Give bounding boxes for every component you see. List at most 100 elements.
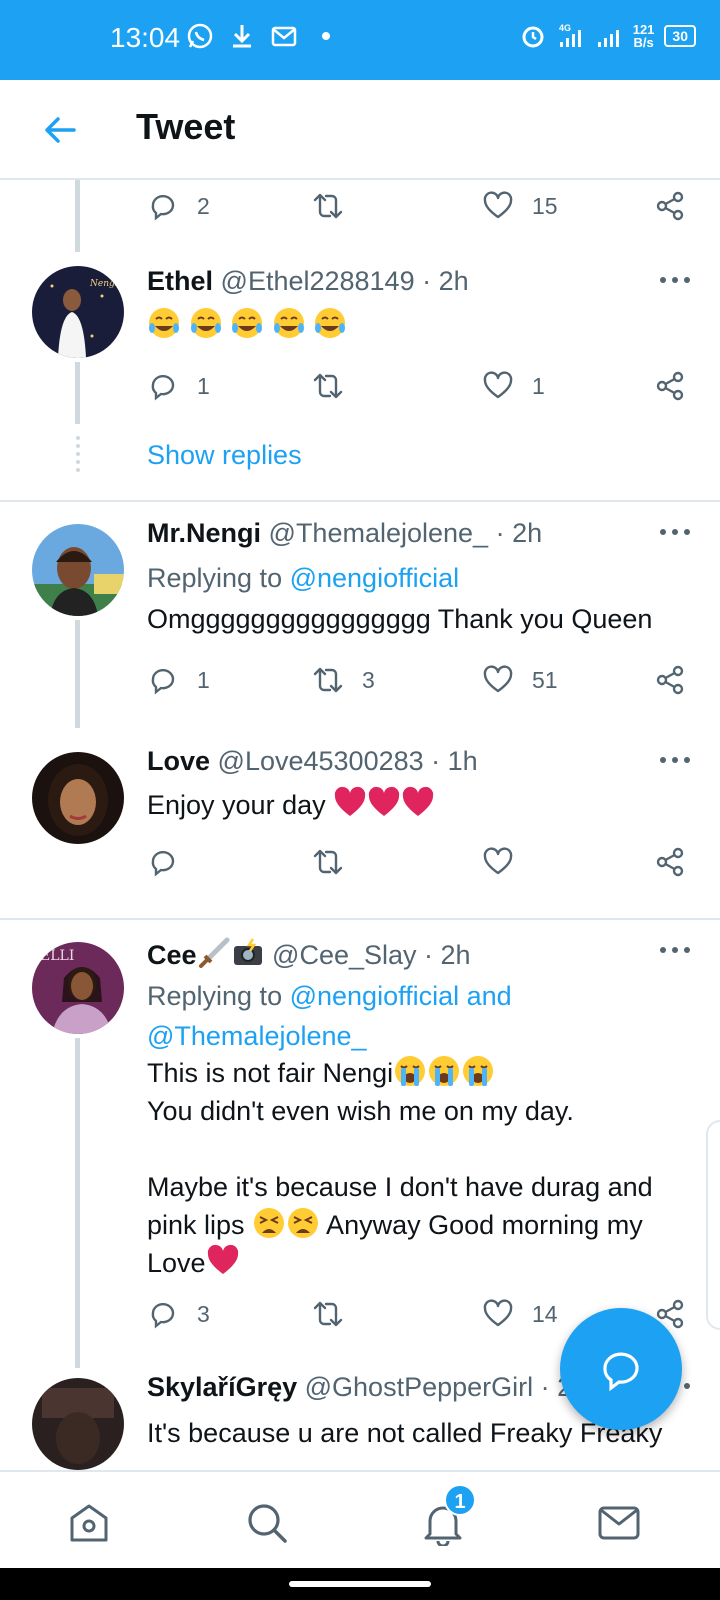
- tweet-text-line: This is not fair Nengi: [147, 1054, 687, 1092]
- author-handle[interactable]: @Love45300283: [218, 746, 424, 776]
- more-options-icon[interactable]: [658, 748, 692, 772]
- like-button[interactable]: [482, 842, 532, 882]
- reply-button[interactable]: 1: [147, 366, 210, 406]
- mention-link[interactable]: @Themalejolene_: [147, 1021, 367, 1051]
- share-button[interactable]: [654, 186, 686, 226]
- search-icon[interactable]: [244, 1500, 290, 1546]
- author-name[interactable]: SkylaříGręy: [147, 1372, 297, 1402]
- compose-reply-button[interactable]: [560, 1308, 682, 1430]
- thread-line: [75, 362, 80, 424]
- avatar[interactable]: [32, 752, 124, 844]
- replying-to: Replying to @nengiofficial and @Themalej…: [147, 976, 512, 1056]
- avatar[interactable]: ELLI: [32, 942, 124, 1034]
- system-gesture-bar: [0, 1568, 720, 1600]
- tweet-header: Ethel @Ethel2288149 · 2h: [147, 266, 469, 297]
- avatar-image: Nengi: [32, 266, 124, 358]
- tweet-text-content: Love: [147, 1248, 206, 1278]
- notifications-tab[interactable]: 1: [420, 1484, 476, 1548]
- tweet-text-line: Maybe it's because I don't have durag an…: [147, 1172, 653, 1202]
- show-replies-link[interactable]: Show replies: [147, 440, 302, 471]
- home-icon[interactable]: [66, 1500, 112, 1546]
- tweet-text: Omgggggggggggggggg Thank you Queen: [147, 604, 653, 634]
- mention-link[interactable]: @nengiofficial and: [290, 981, 512, 1011]
- network-speed: 121 B/s: [633, 23, 655, 49]
- tweet-header: SkylaříGręy @GhostPepperGirl · 2h: [147, 1372, 587, 1403]
- retweet-button[interactable]: 3: [312, 660, 375, 700]
- author-handle[interactable]: @Cee_Slay: [272, 940, 416, 970]
- avatar[interactable]: [32, 1378, 124, 1470]
- messages-icon[interactable]: [596, 1500, 642, 1546]
- tweet-text: This is not fair Nengi You didn't even w…: [147, 1054, 687, 1282]
- tweet-text-line: You didn't even wish me on my day.: [147, 1096, 574, 1126]
- more-options-icon[interactable]: [658, 938, 692, 962]
- tweet-time: 1h: [447, 746, 478, 776]
- signal-4g-icon: 4G: [559, 23, 581, 47]
- tweet-text: Enjoy your day: [147, 786, 687, 824]
- avatar[interactable]: Nengi: [32, 266, 124, 358]
- author-handle[interactable]: @Themalejolene_: [269, 518, 489, 548]
- retweet-button[interactable]: [312, 186, 362, 226]
- home-gesture-handle[interactable]: [289, 1581, 431, 1587]
- mention-link[interactable]: @nengiofficial: [290, 563, 460, 593]
- thread-continuation-dots: [76, 436, 80, 472]
- avatar-image: [32, 1378, 124, 1470]
- author-handle[interactable]: @Ethel2288149: [221, 266, 415, 296]
- like-button[interactable]: 14: [482, 1294, 558, 1334]
- tweet-header: Love @Love45300283 · 1h: [147, 746, 478, 777]
- signal-icon: [597, 30, 619, 47]
- share-button[interactable]: [654, 366, 686, 406]
- like-count: 51: [532, 666, 558, 693]
- author-handle[interactable]: @GhostPepperGirl: [305, 1372, 534, 1402]
- author-name[interactable]: Love: [147, 746, 210, 776]
- tweet-text-line: pink lips Anyway Good morning my: [147, 1206, 687, 1244]
- like-button[interactable]: 1: [482, 366, 545, 406]
- retweet-button[interactable]: [312, 1294, 362, 1334]
- share-button[interactable]: [654, 660, 686, 700]
- weary-face-emoji: [288, 1208, 319, 1238]
- svg-text:ELLI: ELLI: [40, 948, 74, 964]
- separator: ·: [533, 1372, 558, 1402]
- separator: ·: [414, 266, 439, 296]
- red-heart-emoji: [368, 786, 400, 816]
- share-icon: [656, 847, 684, 877]
- tweet-actions: [147, 842, 692, 882]
- camera-flash-emoji: [233, 938, 262, 965]
- bottom-nav: 1: [0, 1470, 720, 1568]
- author-name[interactable]: Ethel: [147, 266, 213, 296]
- tweet-text-content: pink lips: [147, 1210, 253, 1240]
- separator: ·: [423, 746, 448, 776]
- heart-icon: [483, 665, 513, 693]
- tweet-feed[interactable]: 2 15 Nengi Ethel @Ethel2288149 · 2h 1 1 …: [0, 180, 720, 1470]
- back-arrow-icon[interactable]: [40, 110, 80, 150]
- heart-icon: [483, 191, 513, 219]
- retweet-button[interactable]: [312, 842, 362, 882]
- dagger-emoji: [198, 937, 230, 968]
- divider: [0, 500, 720, 502]
- share-button[interactable]: [654, 842, 686, 882]
- svg-text:4G: 4G: [559, 23, 571, 33]
- separator: ·: [416, 940, 441, 970]
- author-name[interactable]: Mr.Nengi: [147, 518, 261, 548]
- reply-button[interactable]: 3: [147, 1294, 210, 1334]
- tears-of-joy-emoji: [190, 308, 221, 338]
- alarm-icon: [522, 26, 544, 48]
- avatar[interactable]: [32, 524, 124, 616]
- author-name[interactable]: Cee: [147, 940, 197, 970]
- divider: [0, 918, 720, 920]
- like-button[interactable]: 51: [482, 660, 558, 700]
- reply-button[interactable]: 1: [147, 660, 210, 700]
- separator: ·: [488, 518, 513, 548]
- tears-of-joy-emoji: [315, 308, 346, 338]
- reply-button[interactable]: [147, 842, 197, 882]
- retweet-button[interactable]: [312, 366, 362, 406]
- reply-button[interactable]: 2: [147, 186, 210, 226]
- more-options-icon[interactable]: [658, 520, 692, 544]
- tweet-text: [147, 306, 687, 344]
- retweet-count: 3: [362, 666, 375, 693]
- avatar-image: [32, 524, 124, 616]
- avatar-image: [32, 752, 124, 844]
- more-options-icon[interactable]: [658, 268, 692, 292]
- like-button[interactable]: 15: [482, 186, 558, 226]
- scroll-edge-handle[interactable]: [706, 1120, 720, 1330]
